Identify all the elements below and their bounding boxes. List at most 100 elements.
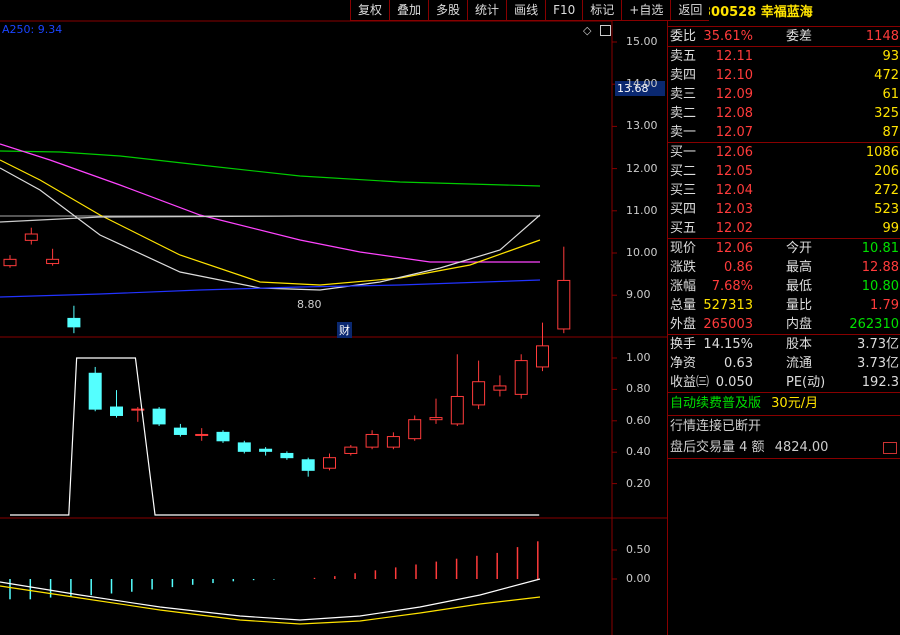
toolbar-button-4[interactable]: 画线	[506, 0, 546, 21]
quote-row: 总量 527313 量比 1.79	[668, 296, 900, 315]
quote-row-value2: 10.80	[861, 279, 899, 294]
toolbar-button-3[interactable]: 统计	[467, 0, 507, 21]
fund-row: 换手 14.15% 股本 3.73亿	[668, 335, 900, 354]
ask-row-label: 卖一	[670, 125, 697, 140]
candle-body	[216, 431, 230, 442]
after-hours-label: 盘后交易量 4 额	[670, 440, 765, 455]
mini-chart-icon[interactable]	[883, 442, 897, 454]
toolbar-button-2[interactable]: 多股	[428, 0, 468, 21]
quote-row: 涨跌 0.86 最高 12.88	[668, 258, 900, 277]
low-price-marker: 8.80	[297, 298, 322, 311]
ma-label: A250: 9.34	[2, 23, 63, 36]
bid-row-label: 买三	[670, 183, 697, 198]
ma-white-line	[0, 167, 541, 291]
bid-row-qty: 206	[874, 164, 899, 179]
quote-stats: 现价 12.06 今开 10.81 涨跌 0.86 最高 12.88 涨幅 7.68% 最低 10.8…	[668, 239, 900, 335]
axis-tick-label: 14.00	[626, 77, 658, 91]
quote-row-value: 12.06	[715, 241, 753, 256]
candle-body	[429, 417, 443, 421]
fund-row-value2: 3.73亿	[857, 337, 899, 352]
candle-body	[536, 345, 549, 368]
candle-body	[323, 457, 336, 469]
candle-body	[280, 452, 294, 459]
chart-area[interactable]: A250: 9.34 ◇ 13.68 8.80 财 15.00 14.00 13.0…	[0, 0, 667, 635]
toolbar-button-7[interactable]: +自选	[621, 0, 671, 21]
ask-row: 卖二 12.08 325	[668, 104, 900, 123]
bid-book: 买一 12.06 1086 买二 12.05 206 买三 12.04 272 买四 12.03 52…	[668, 143, 900, 239]
connection-status: 行情连接已断开	[670, 419, 762, 434]
ask-row-value: 12.10	[715, 68, 753, 83]
quote-row-label: 外盘	[670, 317, 697, 332]
candle-body	[557, 279, 571, 330]
toolbar-button-8[interactable]: 返回	[670, 0, 710, 21]
ask-row: 卖五 12.11 93	[668, 47, 900, 66]
ask-row: 卖四 12.10 472	[668, 66, 900, 85]
quote-row-label2: 最低	[786, 279, 813, 294]
chart-canvas[interactable]	[0, 0, 667, 635]
axis-tick-label: 0.00	[626, 572, 651, 585]
subscription-ad[interactable]: 自动续费普及版 30元/月	[668, 393, 900, 416]
ask-row-qty: 61	[882, 87, 899, 102]
fund-row-label2: 股本	[786, 337, 813, 352]
candle-body	[408, 419, 422, 440]
ma-green-line	[0, 150, 541, 187]
weibi-row: 委比 35.61% 委差 1148	[668, 27, 900, 47]
ask-book: 卖五 12.11 93 卖四 12.10 472 卖三 12.09 61 卖二 12.08 325 卖一…	[668, 47, 900, 143]
bid-row-value: 12.03	[715, 202, 753, 217]
quote-row-value: 527313	[703, 298, 753, 313]
candle-body	[88, 372, 102, 410]
weicha-value: 1148	[865, 29, 899, 44]
bid-row-value: 12.05	[715, 164, 753, 179]
candle-body	[493, 385, 507, 391]
toolbar-button-6[interactable]: 标记	[582, 0, 622, 21]
quote-row-value2: 10.81	[861, 241, 899, 256]
axis-tick-label: 13.00	[626, 119, 658, 133]
toolbar-button-0[interactable]: 复权	[350, 0, 390, 21]
quote-row-label2: 内盘	[786, 317, 813, 332]
candle-body	[301, 459, 315, 471]
ma-magenta-line	[0, 143, 540, 263]
bid-row-qty: 99	[882, 221, 899, 236]
weibi-value: 35.61%	[703, 29, 753, 44]
chart-toolbar: 复权 叠加 多股 统计 画线 F10 标记 +自选 返回	[350, 0, 710, 21]
bid-row-label: 买四	[670, 202, 697, 217]
axis-tick-label: 0.50	[626, 543, 651, 556]
axis-tick-label: 1.00	[626, 351, 651, 364]
ask-row-label: 卖五	[670, 49, 697, 64]
quote-row-label: 涨跌	[670, 260, 697, 275]
axis-tick-label: 15.00	[626, 35, 658, 48]
quote-row-value: 265003	[703, 317, 753, 332]
fund-row-label: 净资	[670, 356, 697, 371]
bid-row: 买二 12.05 206	[668, 162, 900, 181]
quote-row-label: 涨幅	[670, 279, 697, 294]
quote-row-label2: 最高	[786, 260, 813, 275]
after-hours-value: 4824.00	[774, 440, 829, 455]
macd-dif-line	[0, 578, 541, 621]
quote-row: 涨幅 7.68% 最低 10.80	[668, 277, 900, 296]
axis-tick-label: 12.00	[626, 161, 658, 175]
ask-row-label: 卖四	[670, 68, 697, 83]
bid-row: 买四 12.03 523	[668, 200, 900, 219]
weicha-label: 委差	[786, 29, 813, 44]
after-hours-row: 盘后交易量 4 额 4824.00	[668, 437, 900, 459]
axis-tick-label: 9.00	[626, 288, 651, 302]
candle-body	[110, 406, 123, 416]
candle-body	[152, 408, 166, 425]
candle-body	[173, 427, 187, 435]
quote-row-value: 0.86	[724, 260, 753, 275]
candle-body	[514, 360, 528, 395]
weibi-label: 委比	[670, 29, 697, 44]
toolbar-button-1[interactable]: 叠加	[389, 0, 429, 21]
candle-body	[450, 395, 464, 425]
toolbar-button-5[interactable]: F10	[545, 0, 583, 21]
diamond-icon[interactable]: ◇	[583, 24, 591, 37]
quote-panel: 300528 幸福蓝海 委比 35.61% 委差 1148 卖五 12.11 93 卖…	[667, 0, 900, 635]
ma-yellow-line	[0, 159, 541, 286]
ask-row-qty: 93	[882, 49, 899, 64]
ask-row-label: 卖二	[670, 106, 697, 121]
ask-row-qty: 87	[882, 125, 899, 140]
bid-row-qty: 1086	[865, 145, 899, 160]
window-icon[interactable]	[600, 25, 611, 36]
axis-tick-label: 0.80	[626, 382, 651, 396]
finance-marker[interactable]: 财	[337, 322, 352, 338]
